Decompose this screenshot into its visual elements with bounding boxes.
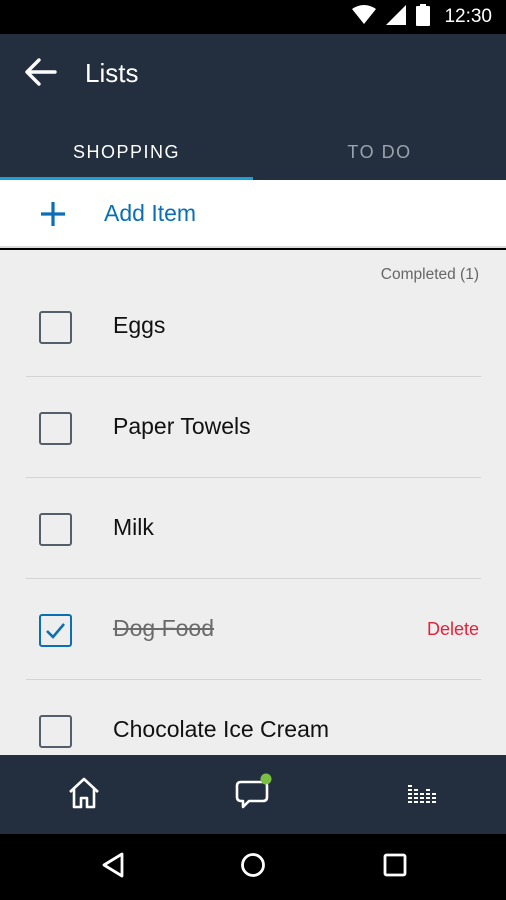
wifi-icon	[352, 4, 377, 30]
item-label[interactable]: Chocolate Ice Cream	[113, 716, 329, 743]
list-item: Chocolate Ice Cream	[26, 680, 481, 755]
status-icons: 12:30	[352, 3, 492, 31]
app-bar: Lists SHOPPING TO DO	[0, 34, 506, 181]
nav-chat-button[interactable]	[231, 773, 275, 817]
back-triangle-icon	[100, 851, 126, 884]
item-label[interactable]: Eggs	[113, 312, 165, 339]
signal-icon	[386, 4, 407, 30]
nav-player-button[interactable]	[400, 773, 444, 817]
bottom-nav	[0, 755, 506, 834]
tab-to-do[interactable]: TO DO	[253, 124, 506, 180]
page-title: Lists	[85, 58, 139, 88]
system-recents-button[interactable]	[377, 851, 413, 883]
home-icon	[66, 775, 102, 816]
item-checkbox[interactable]	[39, 311, 72, 344]
tab-label: SHOPPING	[72, 141, 181, 162]
delete-button[interactable]: Delete	[427, 619, 479, 640]
battery-icon	[416, 3, 431, 31]
plus-icon	[40, 201, 66, 227]
status-time: 12:30	[444, 6, 492, 27]
add-item-label: Add Item	[104, 200, 197, 226]
item-checkbox[interactable]	[39, 412, 72, 445]
item-checkbox[interactable]	[39, 715, 72, 748]
system-nav-bar	[0, 834, 506, 900]
back-button[interactable]	[18, 54, 62, 94]
shopping-list: Completed (1) Eggs Paper Towels Milk Dog…	[0, 250, 506, 755]
status-bar: 12:30	[0, 0, 506, 34]
arrow-left-icon	[23, 57, 57, 92]
list-item: Eggs	[26, 276, 481, 377]
add-item-button[interactable]: Add Item	[0, 180, 506, 248]
item-label[interactable]: Dog Food	[105, 615, 222, 642]
list-item-completed: Dog Food Delete	[26, 579, 481, 680]
tab-shopping[interactable]: SHOPPING	[0, 124, 253, 180]
chat-icon	[233, 773, 273, 818]
tab-label: TO DO	[347, 141, 412, 162]
system-back-button[interactable]	[95, 851, 131, 883]
item-label[interactable]: Milk	[113, 514, 154, 541]
recents-square-icon	[382, 852, 408, 883]
equalizer-icon	[406, 777, 438, 814]
item-checkbox-checked[interactable]	[39, 614, 72, 647]
home-circle-icon	[239, 851, 267, 884]
list-item: Milk	[26, 478, 481, 579]
item-checkbox[interactable]	[39, 513, 72, 546]
system-home-button[interactable]	[235, 851, 271, 883]
list-item: Paper Towels	[26, 377, 481, 478]
tab-bar: SHOPPING TO DO	[0, 124, 506, 181]
nav-home-button[interactable]	[62, 773, 106, 817]
item-label[interactable]: Paper Towels	[113, 413, 251, 440]
